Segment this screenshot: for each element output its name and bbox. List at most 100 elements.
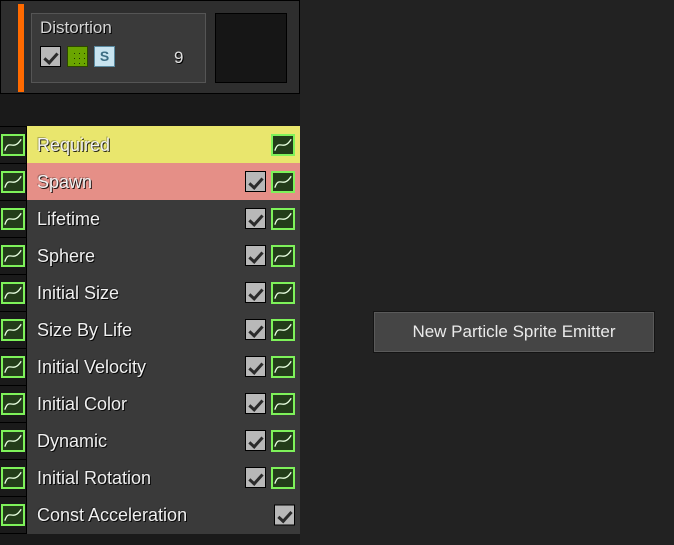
- curve-icon[interactable]: [1, 356, 25, 378]
- module-label: Initial Size: [37, 283, 119, 304]
- curve-icon[interactable]: [1, 393, 25, 415]
- module-enable-checkbox[interactable]: [245, 430, 266, 451]
- module-row[interactable]: Dynamic: [0, 422, 300, 460]
- context-menu-item-new-emitter[interactable]: New Particle Sprite Emitter: [374, 312, 654, 352]
- module-body[interactable]: Initial Velocity: [27, 348, 300, 386]
- curve-icon[interactable]: [271, 430, 295, 452]
- module-label: Lifetime: [37, 209, 100, 230]
- module-row[interactable]: Initial Color: [0, 385, 300, 423]
- module-controls: [274, 505, 295, 526]
- module-label: Const Acceleration: [37, 505, 187, 526]
- curve-icon[interactable]: [1, 282, 25, 304]
- curve-icon[interactable]: [1, 134, 25, 156]
- module-row[interactable]: Const Acceleration: [0, 496, 300, 534]
- curve-icon[interactable]: [271, 356, 295, 378]
- prev-emitter-curve-slot: [0, 274, 27, 312]
- curve-icon[interactable]: [271, 134, 295, 156]
- emitter-column: Distortion S 9 Required Spawn Lifetime Sphe…: [0, 0, 300, 545]
- prev-emitter-curve-slot: [0, 385, 27, 423]
- module-controls: [245, 208, 295, 230]
- module-body[interactable]: Dynamic: [27, 422, 300, 460]
- module-label: Initial Velocity: [37, 357, 146, 378]
- module-body[interactable]: Size By Life: [27, 311, 300, 349]
- module-controls: [245, 245, 295, 267]
- solo-button[interactable]: S: [94, 46, 115, 67]
- module-body[interactable]: Sphere: [27, 237, 300, 275]
- curve-icon[interactable]: [271, 393, 295, 415]
- module-enable-checkbox[interactable]: [245, 356, 266, 377]
- emitter-header[interactable]: Distortion S 9: [0, 0, 300, 94]
- module-row[interactable]: Initial Rotation: [0, 459, 300, 497]
- module-controls: [245, 171, 295, 193]
- curve-icon[interactable]: [1, 504, 25, 526]
- prev-emitter-curve-slot: [0, 200, 27, 238]
- module-enable-checkbox[interactable]: [245, 171, 266, 192]
- canvas-area[interactable]: [300, 0, 674, 545]
- prev-emitter-curve-slot: [0, 459, 27, 497]
- module-body[interactable]: Initial Color: [27, 385, 300, 423]
- curve-icon[interactable]: [1, 430, 25, 452]
- module-body[interactable]: Lifetime: [27, 200, 300, 238]
- curve-icon[interactable]: [1, 319, 25, 341]
- curve-icon[interactable]: [271, 319, 295, 341]
- curve-icon[interactable]: [1, 467, 25, 489]
- module-controls: [245, 319, 295, 341]
- module-label: Spawn: [37, 172, 92, 193]
- module-body[interactable]: Spawn: [27, 163, 300, 201]
- emitter-controls: S: [40, 46, 115, 67]
- module-body[interactable]: Initial Size: [27, 274, 300, 312]
- module-controls: [245, 393, 295, 415]
- module-body[interactable]: Required: [27, 126, 300, 164]
- module-label: Dynamic: [37, 431, 107, 452]
- prev-emitter-curve-slot: [0, 126, 27, 164]
- module-label: Initial Rotation: [37, 468, 151, 489]
- module-controls: [245, 356, 295, 378]
- module-row[interactable]: Lifetime: [0, 200, 300, 238]
- curve-icon[interactable]: [271, 208, 295, 230]
- prev-emitter-curve-slot: [0, 311, 27, 349]
- module-controls: [245, 430, 295, 452]
- module-row[interactable]: Size By Life: [0, 311, 300, 349]
- curve-icon[interactable]: [271, 171, 295, 193]
- module-enable-checkbox[interactable]: [274, 505, 295, 526]
- module-row[interactable]: Required: [0, 126, 300, 164]
- curve-icon[interactable]: [271, 467, 295, 489]
- module-row[interactable]: Initial Size: [0, 274, 300, 312]
- emitter-header-body: Distortion S 9: [31, 13, 206, 83]
- prev-emitter-curve-slot: [0, 163, 27, 201]
- module-controls: [271, 134, 295, 156]
- module-enable-checkbox[interactable]: [245, 245, 266, 266]
- module-label: Sphere: [37, 246, 95, 267]
- module-body[interactable]: Const Acceleration: [27, 496, 300, 534]
- emitter-particle-count: 9: [174, 48, 183, 68]
- module-row[interactable]: Initial Velocity: [0, 348, 300, 386]
- module-body[interactable]: Initial Rotation: [27, 459, 300, 497]
- curve-icon[interactable]: [271, 282, 295, 304]
- prev-emitter-curve-slot: [0, 496, 27, 534]
- module-row[interactable]: Spawn: [0, 163, 300, 201]
- module-enable-checkbox[interactable]: [245, 467, 266, 488]
- prev-emitter-curve-slot: [0, 348, 27, 386]
- module-enable-checkbox[interactable]: [245, 319, 266, 340]
- module-label: Required: [37, 135, 110, 156]
- module-enable-checkbox[interactable]: [245, 282, 266, 303]
- context-menu-item-label: New Particle Sprite Emitter: [412, 322, 615, 342]
- module-list: Required Spawn Lifetime Sphere Initial Size S…: [0, 126, 300, 534]
- module-row[interactable]: Sphere: [0, 237, 300, 275]
- curve-icon[interactable]: [1, 171, 25, 193]
- emitter-enable-checkbox[interactable]: [40, 46, 61, 67]
- module-enable-checkbox[interactable]: [245, 393, 266, 414]
- module-controls: [245, 282, 295, 304]
- curve-icon[interactable]: [271, 245, 295, 267]
- emitter-title: Distortion: [40, 18, 112, 38]
- emitter-accent-bar: [18, 4, 24, 92]
- prev-emitter-curve-slot: [0, 422, 27, 460]
- emitter-thumbnail[interactable]: [215, 13, 287, 83]
- module-controls: [245, 467, 295, 489]
- curve-icon[interactable]: [1, 208, 25, 230]
- module-enable-checkbox[interactable]: [245, 208, 266, 229]
- prev-emitter-curve-slot: [0, 237, 27, 275]
- render-mode-icon[interactable]: [67, 46, 88, 67]
- module-label: Size By Life: [37, 320, 132, 341]
- curve-icon[interactable]: [1, 245, 25, 267]
